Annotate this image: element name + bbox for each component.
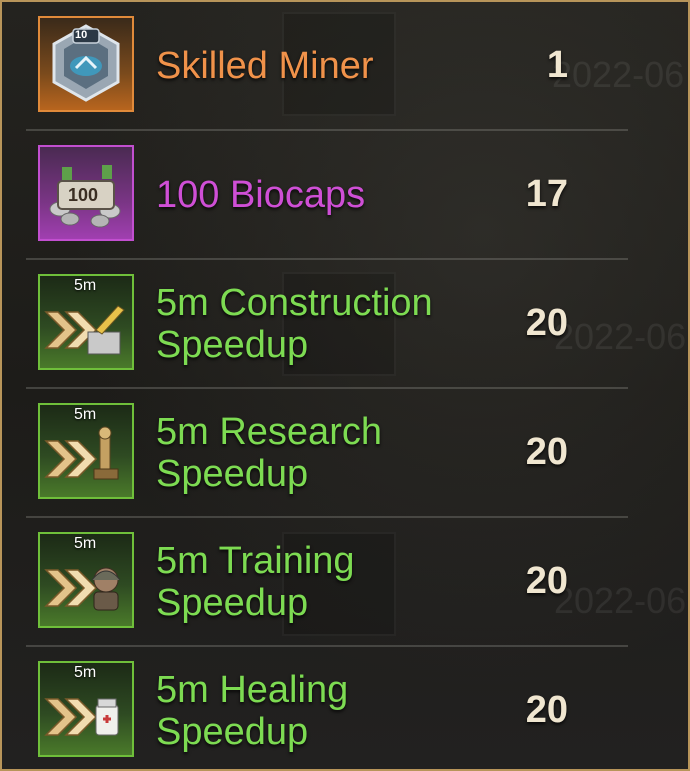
badge-number: 10 xyxy=(75,29,88,41)
biocaps-pile-icon: 100 xyxy=(38,145,134,241)
construction-speedup-icon: 5m xyxy=(38,274,134,370)
list-item[interactable]: 5m 5m Training Speedup 20 xyxy=(26,518,628,647)
skilled-miner-badge-icon: 10 xyxy=(38,16,134,112)
training-speedup-icon: 5m xyxy=(38,532,134,628)
item-name: 5m Construction Speedup xyxy=(156,281,433,366)
item-quantity: 1 xyxy=(546,44,568,86)
research-speedup-icon: 5m xyxy=(38,403,134,499)
reward-list: 10 Skilled Miner 1 100 100 Biocaps 17 5m… xyxy=(26,2,628,769)
healing-speedup-icon: 5m xyxy=(38,661,134,757)
item-quantity: 20 xyxy=(525,302,568,344)
item-quantity: 20 xyxy=(525,689,568,731)
duration-tag: 5m xyxy=(74,406,97,423)
list-item[interactable]: 5m 5m Research Speedup 20 xyxy=(26,389,628,518)
duration-tag: 5m xyxy=(74,277,97,294)
item-name: 5m Healing Speedup xyxy=(156,668,349,753)
list-item[interactable]: 100 100 Biocaps 17 xyxy=(26,131,628,260)
duration-tag: 5m xyxy=(74,535,97,552)
item-quantity: 17 xyxy=(525,173,568,215)
reward-list-panel: 2022-06 2022-06 2022-06 10 Skilled Miner… xyxy=(0,0,690,771)
duration-tag: 5m xyxy=(74,664,97,681)
item-name: 100 Biocaps xyxy=(156,173,366,216)
item-name: 5m Research Speedup xyxy=(156,410,382,495)
badge-number: 100 xyxy=(68,185,99,205)
item-name: Skilled Miner xyxy=(156,44,374,87)
list-item[interactable]: 10 Skilled Miner 1 xyxy=(26,2,628,131)
list-item[interactable]: 5m 5m Healing Speedup 20 xyxy=(26,647,628,769)
item-name: 5m Training Speedup xyxy=(156,539,355,624)
item-quantity: 20 xyxy=(525,431,568,473)
list-item[interactable]: 5m 5m Construction Speedup 20 xyxy=(26,260,628,389)
item-quantity: 20 xyxy=(525,560,568,602)
